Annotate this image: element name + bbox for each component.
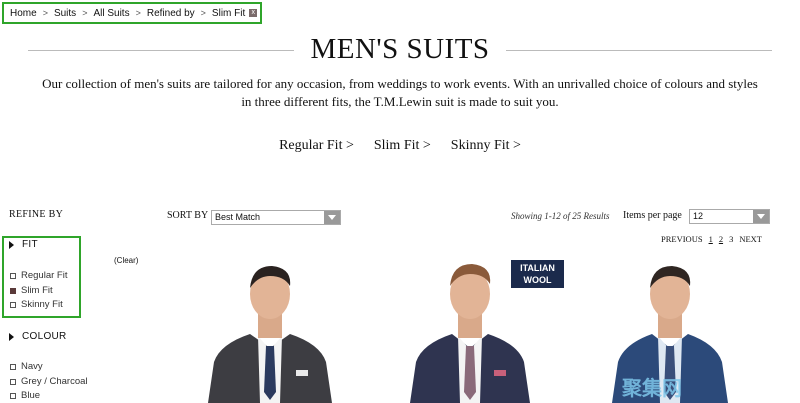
sort-select-value: Best Match bbox=[215, 212, 261, 222]
fit-option-skinny[interactable]: Skinny Fit bbox=[10, 299, 63, 310]
breadcrumb-refined-by: Refined by bbox=[146, 7, 195, 19]
tie bbox=[264, 346, 276, 400]
fit-option-regular[interactable]: Regular Fit bbox=[10, 270, 67, 281]
breadcrumb-slim-fit: Slim Fit bbox=[211, 7, 246, 19]
pocket-square bbox=[494, 370, 506, 376]
pocket-square bbox=[296, 370, 308, 376]
regular-fit-link[interactable]: Regular Fit > bbox=[279, 138, 354, 154]
previous-page-link[interactable]: PREVIOUS bbox=[661, 234, 703, 244]
sort-by-label: SORT BY bbox=[167, 210, 209, 221]
breadcrumb: Home > Suits > All Suits > Refined by > … bbox=[2, 2, 262, 24]
breadcrumb-separator: > bbox=[200, 8, 206, 18]
refine-by-heading: REFINE BY bbox=[9, 209, 64, 220]
checkbox[interactable] bbox=[10, 363, 16, 370]
page-title-wrap: MEN'S SUITS bbox=[0, 33, 800, 66]
sort-select[interactable]: Best Match bbox=[211, 210, 341, 225]
colour-option-navy[interactable]: Navy bbox=[10, 361, 43, 372]
badge-line-2: WOOL bbox=[523, 275, 552, 285]
breadcrumb-home[interactable]: Home bbox=[10, 8, 37, 19]
fit-option-label: Skinny Fit bbox=[21, 299, 63, 310]
colour-option-label: Blue bbox=[21, 390, 41, 401]
checkbox[interactable] bbox=[10, 272, 16, 279]
chevron-down-icon bbox=[753, 210, 769, 223]
checkbox[interactable] bbox=[10, 301, 16, 308]
chevron-down-icon bbox=[324, 211, 340, 224]
product-image-1[interactable] bbox=[200, 262, 340, 403]
fit-option-slim[interactable]: Slim Fit bbox=[10, 285, 53, 296]
colour-option-label: Grey / Charcoal bbox=[21, 376, 88, 387]
page-link-2[interactable]: 2 bbox=[719, 234, 723, 244]
pagination: PREVIOUS 1 2 3 NEXT bbox=[661, 234, 762, 244]
page-description: Our collection of men's suits are tailor… bbox=[42, 76, 758, 109]
skinny-fit-link[interactable]: Skinny Fit > bbox=[451, 138, 521, 154]
caret-right-icon bbox=[9, 332, 14, 341]
breadcrumb-separator: > bbox=[82, 8, 88, 18]
colour-option-blue[interactable]: Blue bbox=[10, 390, 40, 401]
breadcrumb-all-suits[interactable]: All Suits bbox=[93, 8, 129, 19]
checkbox[interactable] bbox=[10, 378, 16, 385]
fit-links: Regular Fit > Slim Fit > Skinny Fit > bbox=[0, 138, 800, 154]
next-page-link[interactable]: NEXT bbox=[739, 234, 762, 244]
italian-wool-badge: ITALIAN WOOL bbox=[511, 260, 564, 288]
items-per-page-select[interactable]: 12 bbox=[689, 209, 770, 224]
fit-option-label: Slim Fit bbox=[21, 285, 53, 296]
items-per-page-label: Items per page bbox=[623, 210, 682, 221]
items-per-page-value: 12 bbox=[693, 211, 704, 221]
fit-option-label: Regular Fit bbox=[21, 270, 68, 281]
clear-filter-link[interactable]: (Clear) bbox=[114, 256, 138, 265]
page-current-3: 3 bbox=[729, 234, 734, 244]
page-link-1[interactable]: 1 bbox=[709, 234, 713, 244]
colour-facet-header[interactable]: COLOUR bbox=[9, 331, 67, 342]
caret-right-icon bbox=[9, 240, 14, 249]
remove-filter-icon[interactable]: x bbox=[249, 9, 258, 17]
colour-option-label: Navy bbox=[21, 361, 43, 372]
results-count: Showing 1-12 of 25 Results bbox=[511, 211, 610, 221]
tie bbox=[464, 346, 476, 400]
slim-fit-link[interactable]: Slim Fit > bbox=[374, 138, 431, 154]
checkbox-checked[interactable] bbox=[10, 287, 16, 294]
fit-facet-title: FIT bbox=[22, 239, 38, 250]
checkbox[interactable] bbox=[10, 392, 16, 399]
colour-facet-title: COLOUR bbox=[22, 331, 67, 342]
badge-line-1: ITALIAN bbox=[520, 263, 555, 273]
breadcrumb-separator: > bbox=[42, 8, 48, 18]
fit-facet-header[interactable]: FIT bbox=[9, 239, 38, 250]
breadcrumb-suits[interactable]: Suits bbox=[54, 8, 76, 19]
page-title: MEN'S SUITS bbox=[294, 33, 506, 65]
watermark: 聚集网 bbox=[622, 378, 682, 400]
colour-option-grey[interactable]: Grey / Charcoal bbox=[10, 376, 88, 387]
breadcrumb-separator: > bbox=[135, 8, 141, 18]
